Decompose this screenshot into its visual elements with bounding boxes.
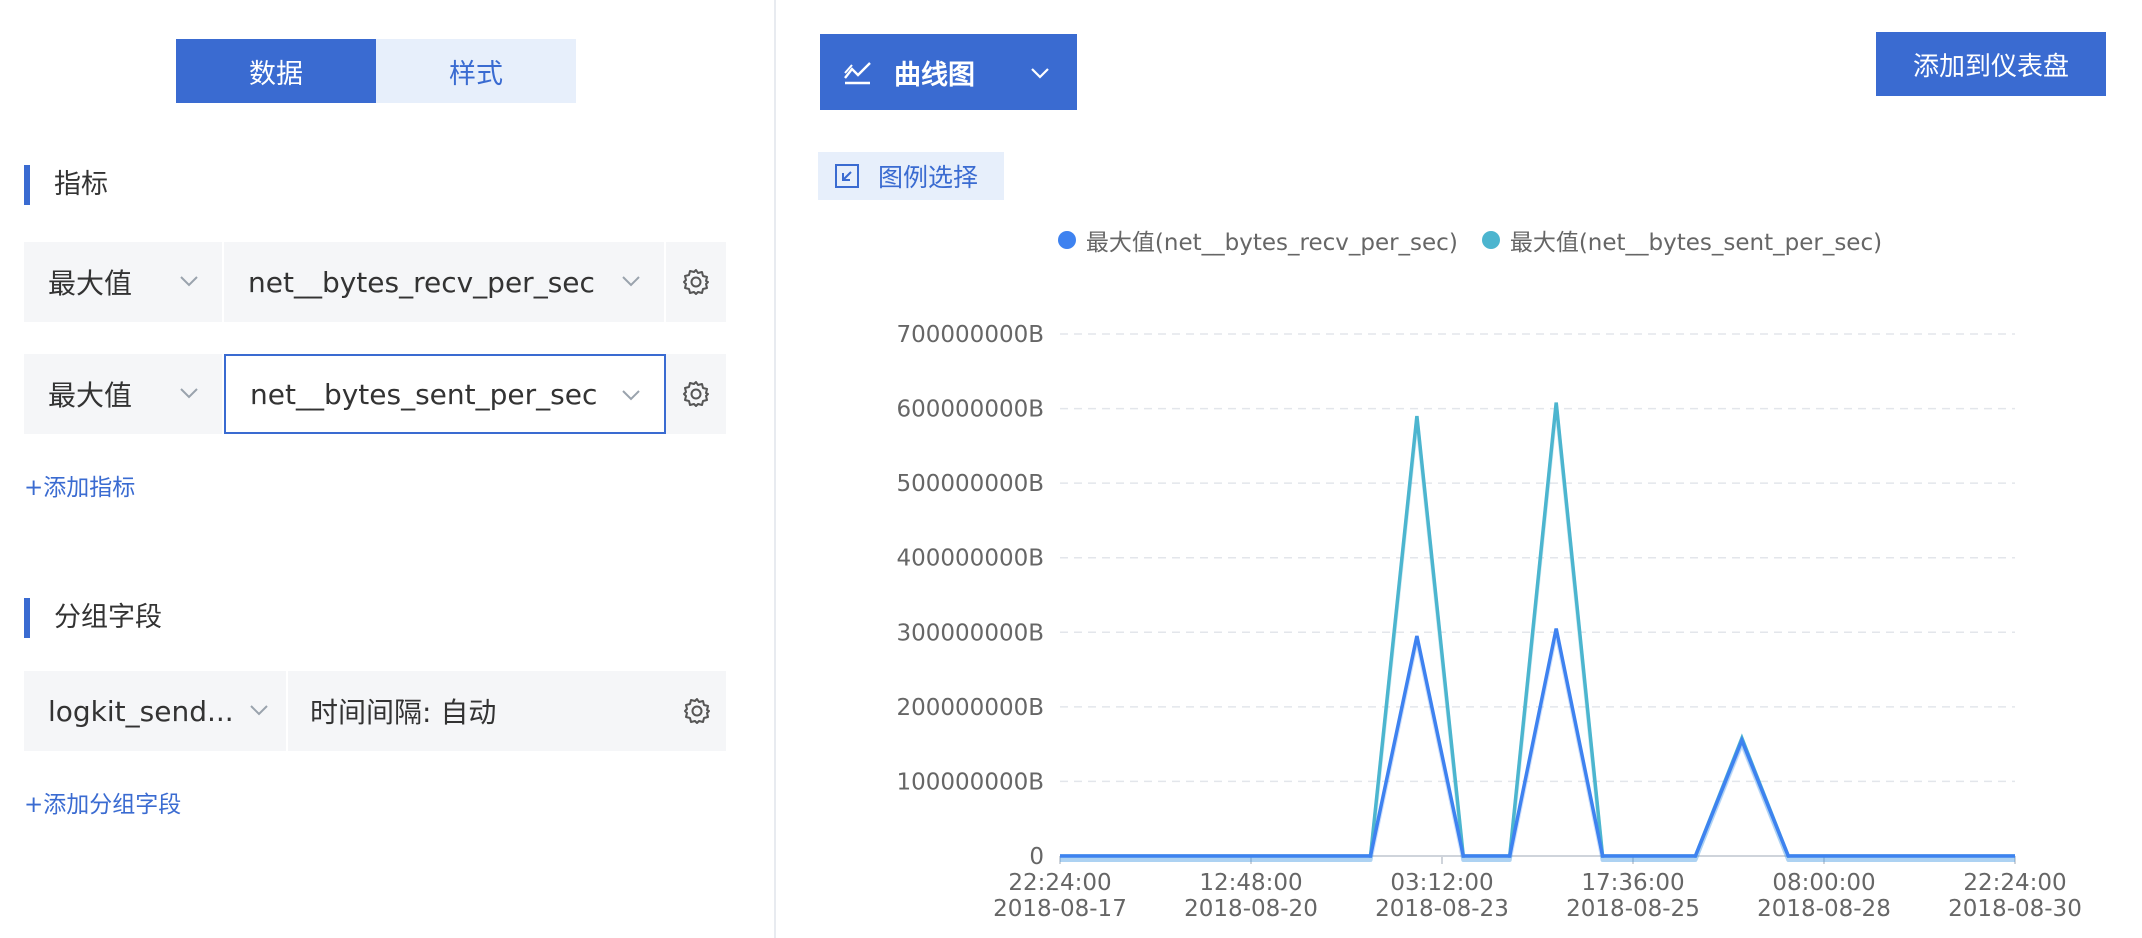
metric-field-select[interactable]: net__bytes_sent_per_sec	[224, 354, 666, 434]
y-tick-label: 300000000B	[897, 620, 1044, 646]
x-tick-date: 2018-08-30	[1948, 896, 2082, 922]
y-tick-label: 500000000B	[897, 471, 1044, 497]
line-chart-icon	[844, 62, 871, 85]
group-field-select[interactable]: logkit_send...	[24, 671, 288, 751]
legend-select-icon	[835, 164, 859, 188]
metrics-section-title: 指标	[24, 165, 108, 205]
x-tick-date: 2018-08-17	[993, 896, 1127, 922]
line-chart: 0 100000000B 200000000B 300000000B 400000000…	[897, 322, 2082, 922]
chart-legend: 最大值(net__bytes_recv_per_sec) 最大值(net__by…	[820, 220, 2120, 260]
chevron-down-icon	[622, 390, 640, 401]
series-line-shadow	[1060, 630, 2015, 862]
chevron-down-icon	[180, 388, 198, 399]
legend-label: 最大值(net__bytes_recv_per_sec)	[1085, 230, 1458, 256]
series-line	[1060, 402, 2015, 858]
x-tick-time: 03:12:00	[1390, 870, 1493, 896]
legend-item[interactable]: 最大值(net__bytes_sent_per_sec)	[1481, 223, 1883, 257]
group-section-title: 分组字段	[24, 598, 162, 638]
y-tick-label: 600000000B	[897, 397, 1044, 423]
metric-row: 最大值 net__bytes_recv_per_sec	[24, 242, 728, 322]
chevron-down-icon	[250, 705, 268, 716]
x-tick-time: 22:24:00	[1963, 870, 2066, 896]
add-to-dashboard-button[interactable]: 添加到仪表盘	[1876, 32, 2106, 96]
legend-label: 最大值(net__bytes_sent_per_sec)	[1509, 230, 1883, 256]
x-tick-time: 12:48:00	[1199, 870, 1302, 896]
legend-dot	[1057, 231, 1076, 249]
metric-field-value: net__bytes_recv_per_sec	[248, 265, 595, 299]
group-field-value: logkit_send...	[48, 694, 234, 728]
y-tick-label: 0	[1029, 844, 1044, 870]
gear-icon	[683, 381, 709, 407]
series-line	[1060, 628, 2015, 858]
aggregation-select[interactable]: 最大值	[24, 242, 224, 322]
x-tick-date: 2018-08-20	[1184, 896, 1318, 922]
chart-type-select[interactable]: 曲线图	[820, 34, 1077, 110]
add-metric-link[interactable]: +添加指标	[24, 468, 135, 502]
x-tick-date: 2018-08-28	[1757, 896, 1891, 922]
aggregation-value: 最大值	[48, 267, 133, 300]
series-line-shadow	[1060, 404, 2015, 862]
x-tick-date: 2018-08-23	[1375, 896, 1509, 922]
add-group-field-link[interactable]: +添加分组字段	[24, 785, 181, 819]
tab-data[interactable]: 数据	[176, 39, 376, 103]
tab-style[interactable]: 样式	[376, 39, 576, 103]
x-tick-time: 08:00:00	[1772, 870, 1875, 896]
chart-type-label: 曲线图	[894, 59, 975, 91]
aggregation-select[interactable]: 最大值	[24, 354, 224, 434]
legend-select-label: 图例选择	[878, 163, 979, 192]
metric-settings-button[interactable]	[666, 354, 728, 434]
interval-value: 时间间隔: 自动	[310, 696, 497, 729]
y-tick-label: 100000000B	[897, 769, 1044, 795]
chart-area: 0 100000000B 200000000B 300000000B 400000000…	[820, 220, 2120, 938]
y-tick-label: 700000000B	[897, 322, 1044, 348]
y-tick-label: 200000000B	[897, 695, 1044, 721]
panel-tabs: 数据 样式	[176, 39, 576, 103]
legend-item[interactable]: 最大值(net__bytes_recv_per_sec)	[1057, 223, 1458, 257]
chevron-down-icon	[180, 276, 198, 287]
chevron-down-icon	[1031, 68, 1049, 79]
x-tick-date: 2018-08-25	[1566, 896, 1700, 922]
x-tick-time: 17:36:00	[1581, 870, 1684, 896]
query-config-panel: 数据 样式 指标 最大值 net__bytes_recv_per_sec 最大值…	[0, 0, 776, 938]
legend-select-button[interactable]: 图例选择	[818, 152, 1004, 200]
interval-select[interactable]: 时间间隔: 自动	[288, 671, 728, 751]
metric-field-value: net__bytes_sent_per_sec	[250, 377, 598, 411]
legend-dot	[1481, 231, 1500, 249]
y-tick-label: 400000000B	[897, 546, 1044, 572]
group-row: logkit_send... 时间间隔: 自动	[24, 671, 728, 751]
x-tick-time: 22:24:00	[1008, 870, 1111, 896]
metric-row: 最大值 net__bytes_sent_per_sec	[24, 354, 728, 434]
chevron-down-icon	[622, 276, 640, 287]
gear-icon	[683, 269, 709, 295]
gear-icon[interactable]	[682, 696, 712, 726]
metric-settings-button[interactable]	[666, 242, 728, 322]
metric-field-select[interactable]: net__bytes_recv_per_sec	[224, 242, 666, 322]
aggregation-value: 最大值	[48, 379, 133, 412]
